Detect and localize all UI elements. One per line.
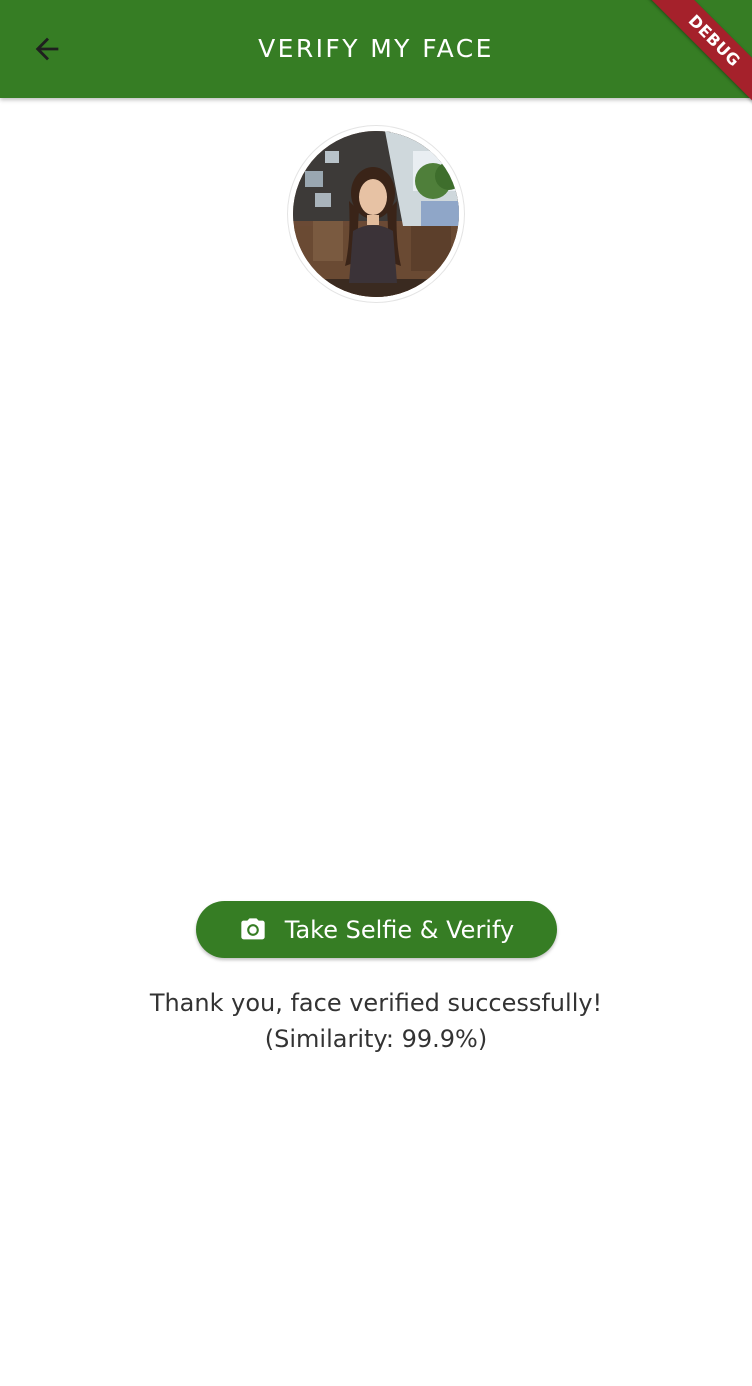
similarity-score: (Similarity: 99.9%) xyxy=(264,1025,488,1053)
selfie-button-label: Take Selfie & Verify xyxy=(284,915,515,944)
app-bar: VERIFY MY FACE xyxy=(0,0,752,98)
avatar-frame xyxy=(288,126,464,302)
camera-icon xyxy=(239,916,267,944)
face-verification-screen: VERIFY MY FACE DEBUG Take Selfie & Verif… xyxy=(0,0,752,1386)
result-message: Thank you, face verified successfully! xyxy=(149,989,603,1017)
arrow-back-icon xyxy=(35,37,59,61)
verification-result: Thank you, face verified successfully! (… xyxy=(0,985,752,1057)
avatar-photo xyxy=(293,131,459,297)
avatar xyxy=(293,131,459,297)
back-button[interactable] xyxy=(24,26,70,72)
take-selfie-verify-button[interactable]: Take Selfie & Verify xyxy=(196,901,557,958)
page-title: VERIFY MY FACE xyxy=(258,34,494,63)
